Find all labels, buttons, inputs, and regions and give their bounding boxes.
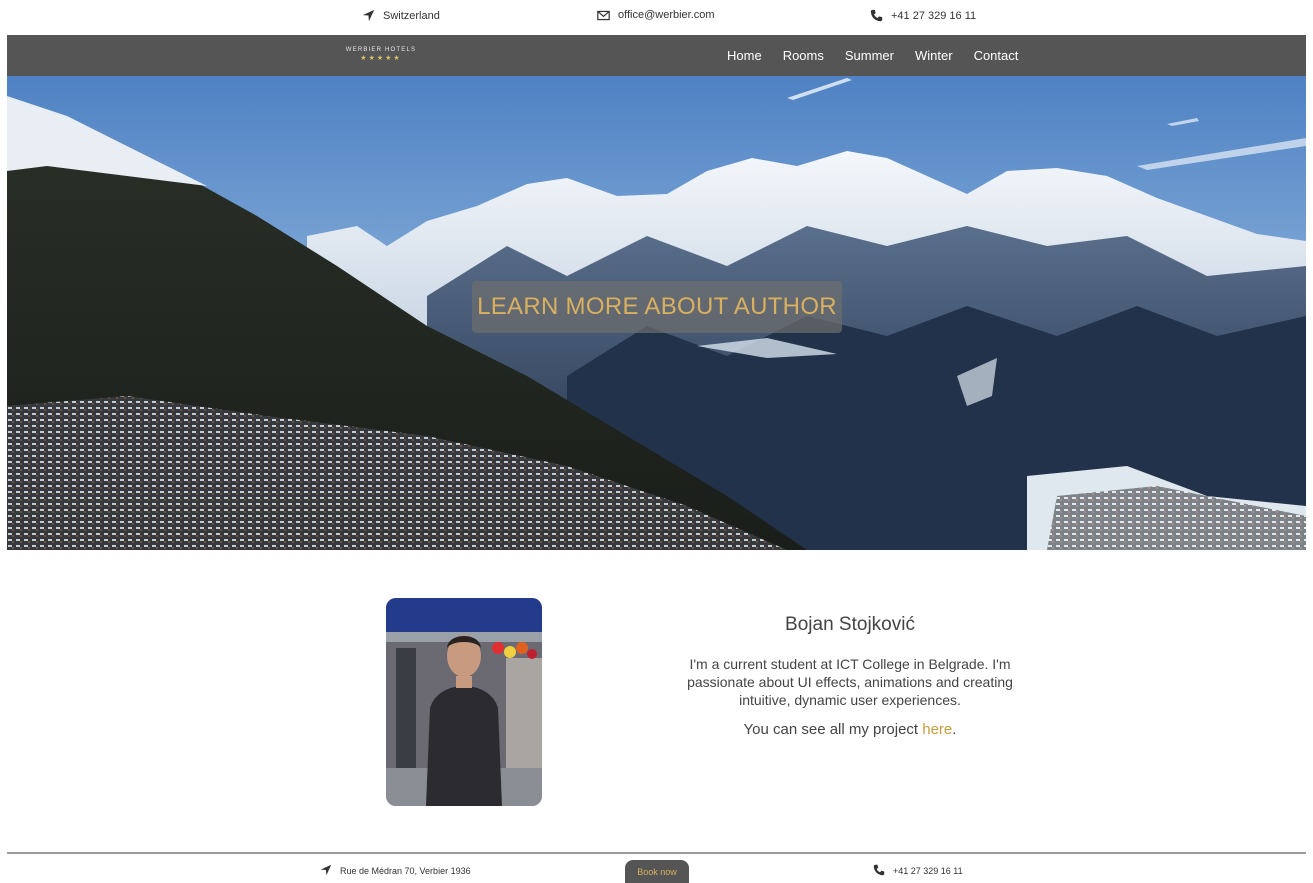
footer-phone[interactable]: +41 27 329 16 11	[873, 864, 963, 878]
footer-address-text: Rue de Médran 70, Verbier 1936	[340, 866, 471, 876]
nav-menu: Home Rooms Summer Winter Contact	[727, 48, 1018, 63]
location-arrow-icon	[362, 9, 375, 22]
author-section: Bojan Stojković I'm a current student at…	[660, 614, 1040, 738]
footer: Rue de Médran 70, Verbier 1936 Book now …	[0, 854, 1313, 883]
nav-item-summer[interactable]: Summer	[845, 48, 894, 63]
author-name: Bojan Stojković	[785, 614, 915, 635]
author-projects: You can see all my project here.	[660, 721, 1040, 738]
nav-item-winter[interactable]: Winter	[915, 48, 953, 63]
nav-item-contact[interactable]: Contact	[974, 48, 1019, 63]
location-text: Switzerland	[383, 9, 440, 22]
phone-icon	[870, 9, 883, 22]
hero-banner: LEARN MORE ABOUT AUTHOR	[7, 76, 1306, 550]
author-bio: I'm a current student at ICT College in …	[687, 656, 1013, 708]
logo-name: WERBIER HOTELS	[345, 47, 417, 53]
email-text[interactable]: office@werbier.com	[618, 9, 715, 21]
email-info[interactable]: office@werbier.com	[597, 9, 715, 21]
main-navigation: WERBIER HOTELS ★★★★★ Home Rooms Summer W…	[7, 35, 1306, 76]
nav-item-rooms[interactable]: Rooms	[783, 48, 824, 63]
phone-icon	[873, 864, 885, 878]
projects-link[interactable]: here	[922, 721, 952, 738]
projects-end: .	[952, 721, 957, 738]
logo-stars: ★★★★★	[360, 55, 402, 62]
envelope-icon	[597, 10, 610, 21]
footer-phone-text[interactable]: +41 27 329 16 11	[893, 866, 963, 876]
book-now-button[interactable]: Book now	[625, 860, 689, 883]
phone-info[interactable]: +41 27 329 16 11	[870, 9, 976, 22]
learn-more-about-author-button[interactable]: LEARN MORE ABOUT AUTHOR	[472, 281, 842, 333]
author-photo	[386, 598, 542, 806]
projects-text: You can see all my project	[743, 721, 923, 738]
phone-text[interactable]: +41 27 329 16 11	[891, 10, 976, 22]
location-info: Switzerland	[362, 9, 440, 22]
brand-logo[interactable]: WERBIER HOTELS ★★★★★	[341, 46, 421, 63]
top-info-bar: Switzerland office@werbier.com +41 27 32…	[0, 0, 1313, 35]
nav-item-home[interactable]: Home	[727, 48, 762, 63]
footer-address: Rue de Médran 70, Verbier 1936	[320, 864, 471, 878]
location-arrow-icon	[320, 864, 332, 878]
